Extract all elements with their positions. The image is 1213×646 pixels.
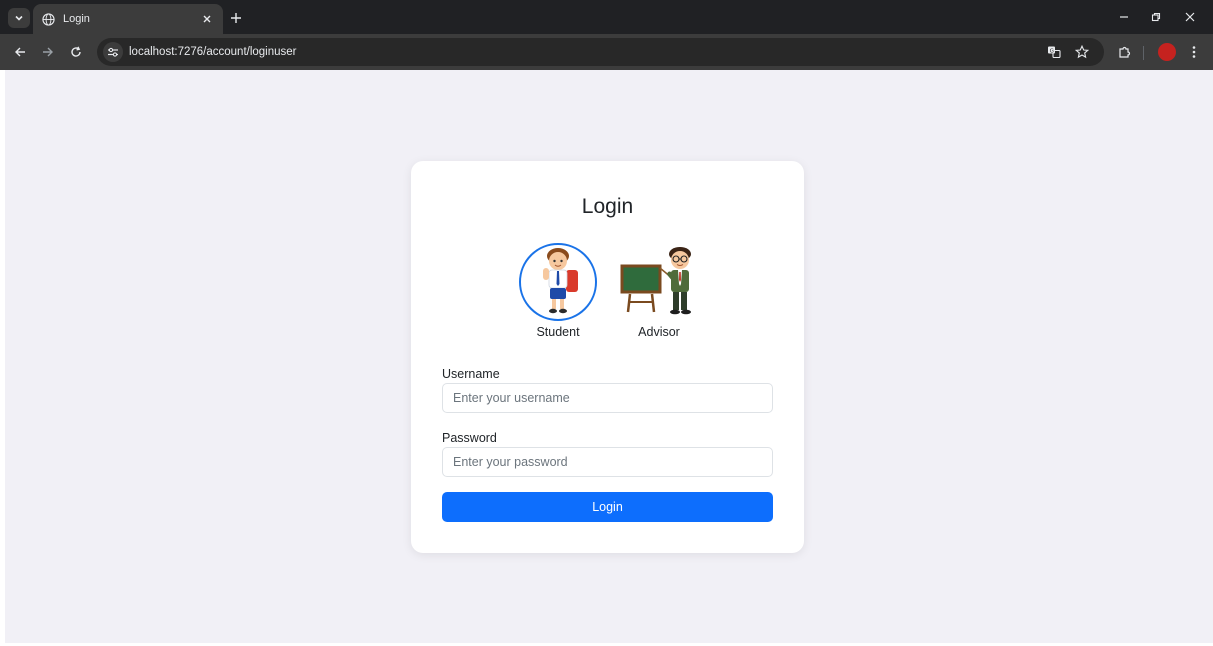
advisor-avatar: [620, 243, 698, 321]
password-label: Password: [442, 431, 497, 445]
plus-icon: [231, 13, 241, 23]
tab-search-button[interactable]: [8, 8, 30, 28]
restore-button[interactable]: [1146, 8, 1166, 26]
browser-tab-strip: Login: [0, 0, 1213, 34]
arrow-right-icon: [43, 47, 53, 57]
teacher-icon: [620, 247, 691, 315]
password-input[interactable]: [442, 447, 773, 477]
close-icon: [1185, 12, 1195, 22]
kebab-menu-icon: [1192, 46, 1196, 58]
restore-icon: [1151, 12, 1161, 22]
back-button[interactable]: [10, 42, 30, 62]
extensions-button[interactable]: [1115, 42, 1135, 62]
login-button[interactable]: Login: [442, 492, 773, 522]
role-advisor[interactable]: Advisor: [619, 243, 699, 343]
menu-button[interactable]: [1184, 42, 1204, 62]
role-label-student: Student: [536, 325, 580, 339]
globe-icon: [41, 12, 55, 26]
student-avatar: [519, 243, 597, 321]
browser-tab[interactable]: Login: [33, 4, 223, 34]
close-icon[interactable]: [199, 11, 215, 27]
username-input[interactable]: [442, 383, 773, 413]
star-icon[interactable]: [1072, 42, 1092, 62]
minimize-icon: [1120, 16, 1128, 18]
new-tab-button[interactable]: [226, 8, 246, 28]
username-label: Username: [442, 367, 500, 381]
puzzle-icon: [1119, 46, 1131, 58]
url-text: localhost:7276/account/loginuser: [129, 46, 297, 58]
chevron-down-icon: [15, 15, 23, 21]
site-info-button[interactable]: [103, 42, 123, 62]
translate-icon[interactable]: G: [1044, 42, 1064, 62]
page-background: Login Student Advisor Username Enter you…: [5, 70, 1213, 643]
browser-toolbar: localhost:7276/account/loginuser G: [0, 34, 1213, 70]
reload-icon: [71, 46, 81, 57]
page-title: Login: [581, 195, 634, 218]
tune-icon: [108, 47, 118, 57]
arrow-left-icon: [15, 47, 25, 57]
tab-title: Login: [63, 13, 90, 25]
address-bar[interactable]: localhost:7276/account/loginuser G: [97, 38, 1104, 66]
forward-button[interactable]: [38, 42, 58, 62]
toolbar-divider: [1143, 46, 1144, 60]
profile-avatar[interactable]: [1158, 43, 1176, 61]
reload-button[interactable]: [66, 42, 86, 62]
role-label-advisor: Advisor: [638, 325, 680, 339]
login-card: Login Student Advisor Username Enter you…: [411, 161, 804, 553]
minimize-button[interactable]: [1114, 8, 1134, 26]
svg-text:G: G: [1050, 48, 1054, 54]
close-window-button[interactable]: [1180, 8, 1200, 26]
role-student[interactable]: Student: [518, 243, 598, 343]
student-icon: [543, 248, 578, 314]
